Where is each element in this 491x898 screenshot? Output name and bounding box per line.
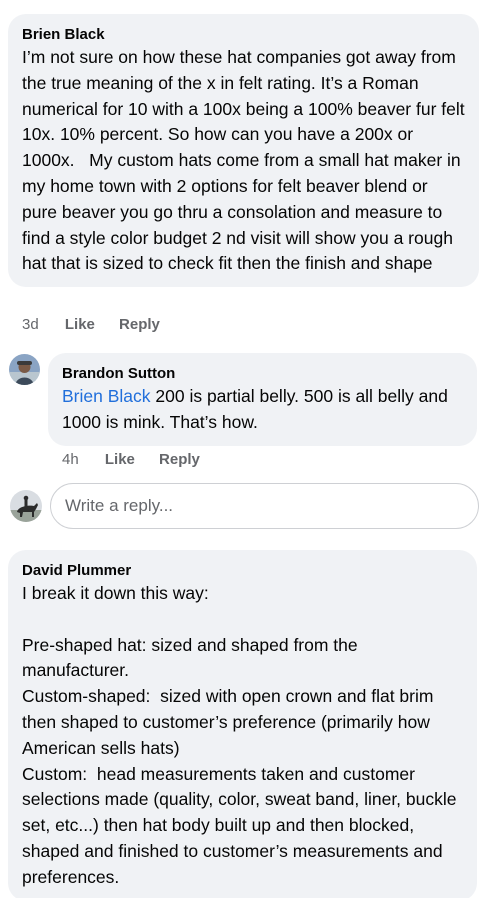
comment-actions: 3d Like Reply [22, 315, 180, 335]
comment-timestamp[interactable]: 4h [62, 450, 79, 470]
comment-text: Brien Black 200 is partial belly. 500 is… [62, 384, 463, 436]
reply-input[interactable]: Write a reply... [50, 483, 479, 529]
comment-bubble: Brien Black I’m not sure on how these ha… [8, 14, 479, 288]
reply-button[interactable]: Reply [159, 450, 200, 470]
like-button[interactable]: Like [105, 450, 135, 470]
comment-thread: Brien Black I’m not sure on how these ha… [0, 0, 491, 898]
like-button[interactable]: Like [65, 315, 95, 335]
comment-timestamp[interactable]: 3d [22, 315, 39, 335]
comment-author[interactable]: David Plummer [22, 561, 463, 581]
comment-author[interactable]: Brandon Sutton [62, 364, 463, 384]
mention-link[interactable]: Brien Black [62, 386, 151, 406]
comment-author[interactable]: Brien Black [22, 25, 465, 45]
horse-rider-icon [10, 490, 42, 522]
reply-button[interactable]: Reply [119, 315, 160, 335]
profile-photo-icon [9, 354, 40, 385]
comment-actions: 4h Like Reply [62, 450, 220, 470]
avatar[interactable] [9, 354, 40, 385]
comment-text: I break it down this way: Pre-shaped hat… [22, 583, 457, 887]
reply-bubble: Brandon Sutton Brien Black 200 is partia… [48, 353, 477, 446]
comment-text: I’m not sure on how these hat companies … [22, 47, 470, 274]
current-user-avatar[interactable] [10, 490, 42, 522]
comment-bubble: David Plummer I break it down this way: … [8, 550, 477, 898]
